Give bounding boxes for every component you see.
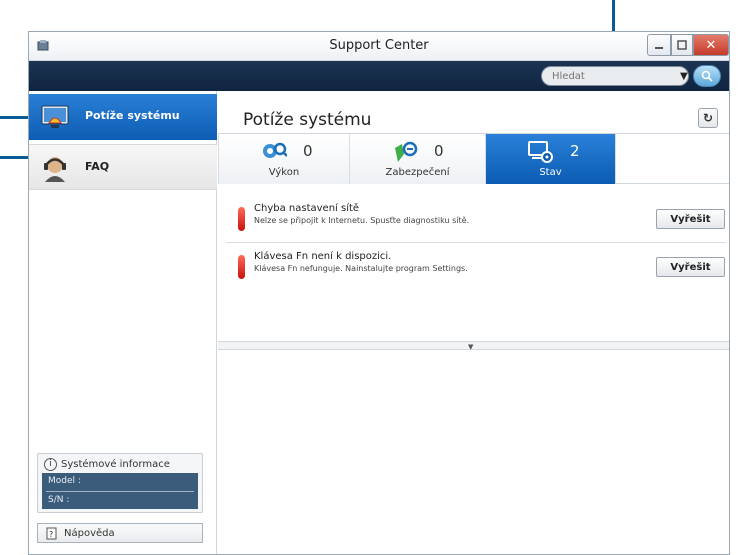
- window-title: Support Center: [329, 38, 429, 53]
- close-button[interactable]: ✕: [693, 34, 729, 56]
- resolve-button[interactable]: Vyřešit: [656, 209, 725, 229]
- main-panel: Potíže systému ↻ 0 Výkon 0 Zabezpečení 2…: [218, 91, 729, 554]
- minimize-icon: [655, 47, 663, 49]
- help-button[interactable]: ? Nápověda: [37, 523, 203, 543]
- headset-agent-icon: [44, 157, 66, 182]
- tab-label: Výkon: [268, 167, 300, 178]
- error-indicator: [238, 255, 245, 279]
- info-icon: i: [44, 458, 57, 471]
- category-tabs: 0 Výkon 0 Zabezpečení 2 Stav: [218, 133, 729, 184]
- tab-label: Zabezpečení: [385, 167, 450, 178]
- search-box[interactable]: ▼: [541, 66, 689, 86]
- monitor-troubleshoot-icon: [41, 105, 69, 128]
- issue-row: Klávesa Fn není k dispozici. Klávesa Fn …: [226, 247, 726, 291]
- maximize-button[interactable]: [671, 34, 693, 56]
- list-expand-bar[interactable]: ▼: [218, 341, 729, 351]
- svg-text:?: ?: [49, 530, 53, 539]
- search-input[interactable]: [550, 68, 670, 84]
- support-center-window: Support Center ✕ ▼: [28, 31, 730, 555]
- search-button[interactable]: [693, 65, 721, 87]
- issue-row: Chyba nastavení sítě Nelze se připojit k…: [226, 199, 726, 243]
- top-toolbar: ▼: [29, 61, 729, 91]
- issue-description: Klávesa Fn nefunguje. Nainstalujte progr…: [254, 264, 468, 273]
- resolve-button[interactable]: Vyřešit: [656, 257, 725, 277]
- sidebar-item-system-issues[interactable]: Potíže systému: [29, 94, 217, 140]
- performance-gauge-icon: [263, 142, 287, 158]
- title-bar: Support Center ✕: [29, 32, 729, 61]
- tab-security[interactable]: 0 Zabezpečení: [350, 134, 486, 184]
- security-icon: [395, 141, 418, 162]
- system-info-values: Model : S/N :: [42, 473, 198, 509]
- system-info-label: Systémové informace: [61, 459, 170, 470]
- search-icon: [701, 70, 713, 82]
- minimize-button[interactable]: [647, 34, 671, 56]
- refresh-button[interactable]: ↻: [698, 108, 718, 128]
- tab-count: 0: [434, 142, 444, 160]
- tab-status[interactable]: 2 Stav: [486, 134, 616, 184]
- sidebar-item-faq[interactable]: FAQ: [29, 144, 217, 190]
- system-info-heading[interactable]: i Systémové informace: [44, 458, 170, 471]
- sidebar-item-label: FAQ: [85, 160, 110, 173]
- help-label: Nápověda: [64, 527, 115, 539]
- tab-performance[interactable]: 0 Výkon: [218, 134, 350, 184]
- serial-number-label: S/N :: [48, 495, 70, 505]
- divider: [46, 491, 194, 492]
- issue-title: Chyba nastavení sítě: [254, 203, 360, 214]
- close-icon: ✕: [705, 37, 717, 53]
- tab-label: Stav: [539, 167, 562, 178]
- help-document-icon: ?: [46, 527, 57, 539]
- issue-title: Klávesa Fn není k dispozici.: [254, 251, 392, 262]
- issue-description: Nelze se připojit k Internetu. Spusťte d…: [254, 216, 470, 225]
- tab-count: 0: [303, 142, 313, 160]
- refresh-icon: ↻: [702, 111, 714, 125]
- error-indicator: [238, 207, 245, 231]
- sidebar: Potíže systému FAQ i Systémové informace…: [29, 91, 217, 554]
- model-label: Model :: [48, 476, 81, 486]
- status-settings-icon: [528, 141, 553, 163]
- chevron-down-icon: ▼: [468, 343, 474, 351]
- system-info-panel: i Systémové informace Model : S/N :: [37, 453, 203, 513]
- sidebar-item-label: Potíže systému: [85, 109, 180, 122]
- search-dropdown-icon[interactable]: ▼: [680, 71, 688, 82]
- maximize-icon: [677, 40, 687, 50]
- tab-count: 2: [570, 142, 580, 160]
- page-title: Potíže systému: [243, 110, 372, 130]
